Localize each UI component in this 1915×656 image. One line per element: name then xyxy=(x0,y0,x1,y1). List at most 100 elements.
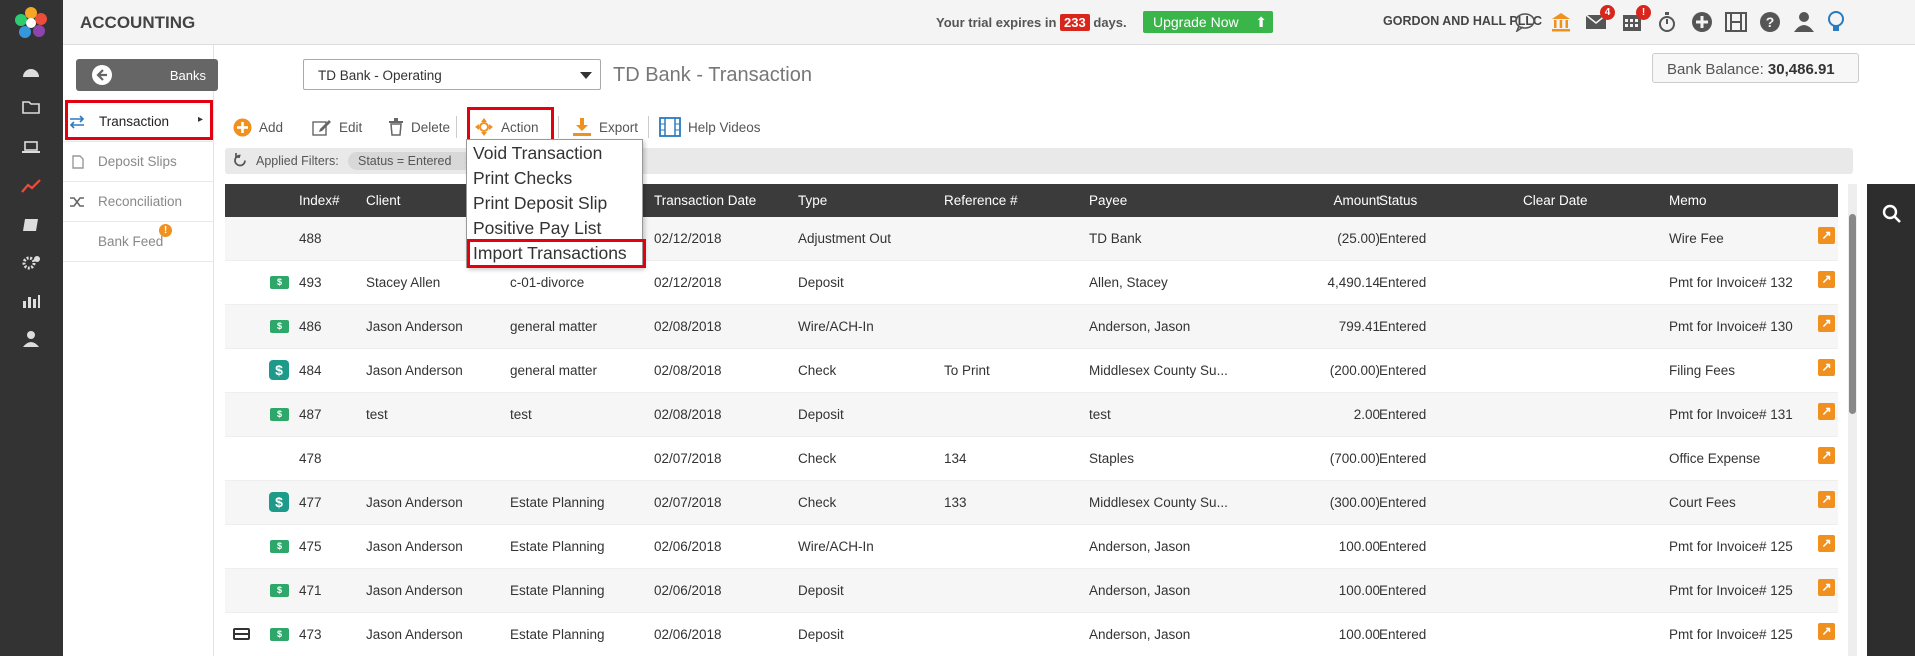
table-row[interactable]: 478 02/07/2018 Check 134 Staples (700.00) Ente… xyxy=(225,437,1838,481)
cell-index: 471 xyxy=(299,583,322,598)
mail-icon[interactable]: 4 xyxy=(1583,5,1615,35)
col-payee[interactable]: Payee xyxy=(1089,193,1127,208)
cell-client: Stacey Allen xyxy=(366,275,441,290)
table-row[interactable]: $471 Jason Anderson Estate Planning 02/06/2… xyxy=(225,569,1838,613)
cell-index: 487 xyxy=(299,407,322,422)
cash-icon: $ xyxy=(270,320,289,333)
add-button[interactable]: Add xyxy=(233,115,283,139)
accounting-chart-icon[interactable] xyxy=(18,175,44,197)
delete-button[interactable]: Delete xyxy=(388,115,450,139)
col-type[interactable]: Type xyxy=(798,193,827,208)
menu-item-print-deposit-slip[interactable]: Print Deposit Slip xyxy=(473,193,607,214)
calendar-alert-badge: ! xyxy=(1636,5,1651,20)
cell-payee: Allen, Stacey xyxy=(1089,275,1168,290)
cell-payee: Middlesex County Su... xyxy=(1089,495,1228,510)
settings-gears-icon[interactable] xyxy=(18,252,44,274)
cell-index: 493 xyxy=(299,275,322,290)
col-transaction-date[interactable]: Transaction Date xyxy=(654,193,756,208)
cell-type: Deposit xyxy=(798,407,844,422)
col-client[interactable]: Client xyxy=(366,193,401,208)
edit-row-icon[interactable]: ↗ xyxy=(1818,535,1835,552)
col-memo[interactable]: Memo xyxy=(1669,193,1707,208)
table-row[interactable]: $484 Jason Anderson general matter 02/08/20… xyxy=(225,349,1838,393)
cash-icon: $ xyxy=(270,628,289,641)
bank-icon[interactable] xyxy=(1548,9,1574,35)
edit-row-icon[interactable]: ↗ xyxy=(1818,359,1835,376)
upgrade-now-button[interactable]: Upgrade Now ⬆ xyxy=(1143,11,1273,33)
toolbar-divider xyxy=(648,116,649,138)
user-icon[interactable] xyxy=(18,328,44,350)
cell-status: Entered xyxy=(1379,495,1427,510)
cell-date: 02/06/2018 xyxy=(654,627,722,642)
cell-memo: Filing Fees xyxy=(1669,363,1736,378)
filter-chip-status: Status = Entered ✖ xyxy=(348,152,482,170)
table-row[interactable]: $486 Jason Anderson general matter 02/08/20… xyxy=(225,305,1838,349)
cell-amount: 2.00 xyxy=(1353,407,1380,422)
edit-row-icon[interactable]: ↗ xyxy=(1818,491,1835,508)
col-status[interactable]: Status xyxy=(1379,193,1417,208)
sidebar-item-bank-feed[interactable]: Bank Feed ! xyxy=(63,222,214,262)
cell-status: Entered xyxy=(1379,583,1427,598)
menu-item-print-checks[interactable]: Print Checks xyxy=(473,168,572,189)
scrollbar-thumb[interactable] xyxy=(1849,214,1856,414)
cell-date: 02/12/2018 xyxy=(654,231,722,246)
cell-amount: (200.00) xyxy=(1329,363,1380,378)
reports-icon[interactable] xyxy=(18,290,44,312)
table-scrollbar[interactable] xyxy=(1848,184,1857,656)
edit-row-icon[interactable]: ↗ xyxy=(1818,315,1835,332)
app-logo[interactable] xyxy=(12,4,50,42)
cell-amount: 100.00 xyxy=(1338,539,1380,554)
cell-client: Jason Anderson xyxy=(366,627,463,642)
add-circle-icon[interactable] xyxy=(1689,9,1715,35)
sidebar-item-deposit-slips[interactable]: Deposit Slips xyxy=(63,142,214,182)
calendar-icon[interactable]: ! xyxy=(1619,5,1651,35)
laptop-icon[interactable] xyxy=(18,136,44,158)
toolbar-divider xyxy=(456,116,457,138)
cell-amount: 100.00 xyxy=(1338,583,1380,598)
cell-type: Check xyxy=(798,495,837,510)
mail-count-badge: 4 xyxy=(1600,5,1615,20)
col-index[interactable]: Index# xyxy=(299,193,340,208)
cell-reference: 134 xyxy=(944,451,967,466)
document-icon xyxy=(72,155,84,169)
dashboard-icon[interactable] xyxy=(18,60,44,82)
edit-row-icon[interactable]: ↗ xyxy=(1818,447,1835,464)
table-row[interactable]: $487 test test 02/08/2018 Deposit test 2.00 Ent… xyxy=(225,393,1838,437)
table-row[interactable]: $475 Jason Anderson Estate Planning 02/06/2… xyxy=(225,525,1838,569)
cell-payee: Middlesex County Su... xyxy=(1089,363,1228,378)
col-reference[interactable]: Reference # xyxy=(944,193,1018,208)
help-icon[interactable]: ? xyxy=(1757,9,1783,35)
folder-icon[interactable] xyxy=(18,96,44,118)
edit-button[interactable]: Edit xyxy=(312,115,362,139)
edit-row-icon[interactable]: ↗ xyxy=(1818,403,1835,420)
sidebar-item-reconciliation[interactable]: Reconciliation xyxy=(63,182,214,222)
search-icon[interactable] xyxy=(1882,204,1902,224)
timer-icon[interactable] xyxy=(1654,9,1680,35)
cell-matter: Estate Planning xyxy=(510,583,605,598)
col-amount[interactable]: Amount xyxy=(1305,193,1380,208)
lightbulb-icon[interactable] xyxy=(1823,9,1849,35)
svg-text:?: ? xyxy=(1766,14,1775,30)
col-clear-date[interactable]: Clear Date xyxy=(1523,193,1588,208)
download-icon xyxy=(573,118,591,136)
edit-row-icon[interactable]: ↗ xyxy=(1818,271,1835,288)
film-icon[interactable] xyxy=(1723,9,1749,35)
cell-index: 477 xyxy=(299,495,322,510)
menu-item-void-transaction[interactable]: Void Transaction xyxy=(473,143,602,164)
banks-back-button[interactable]: Banks xyxy=(76,59,218,91)
bank-account-select[interactable]: TD Bank - Operating xyxy=(303,59,601,90)
credit-card-icon xyxy=(233,628,250,640)
chat-icon[interactable] xyxy=(1512,9,1538,35)
edit-row-icon[interactable]: ↗ xyxy=(1818,579,1835,596)
book-icon[interactable] xyxy=(18,214,44,236)
edit-row-icon[interactable]: ↗ xyxy=(1818,623,1835,640)
table-row[interactable]: $477 Jason Anderson Estate Planning 02/07/2… xyxy=(225,481,1838,525)
cell-amount: (25.00) xyxy=(1337,231,1380,246)
edit-row-icon[interactable]: ↗ xyxy=(1818,227,1835,244)
help-videos-button[interactable]: Help Videos xyxy=(659,115,761,139)
menu-item-positive-pay-list[interactable]: Positive Pay List xyxy=(473,218,601,239)
export-button[interactable]: Export xyxy=(572,115,638,139)
table-row[interactable]: $473 Jason Anderson Estate Planning 02/06/2… xyxy=(225,613,1838,656)
refresh-icon[interactable] xyxy=(233,153,248,168)
account-user-icon[interactable] xyxy=(1791,9,1817,35)
